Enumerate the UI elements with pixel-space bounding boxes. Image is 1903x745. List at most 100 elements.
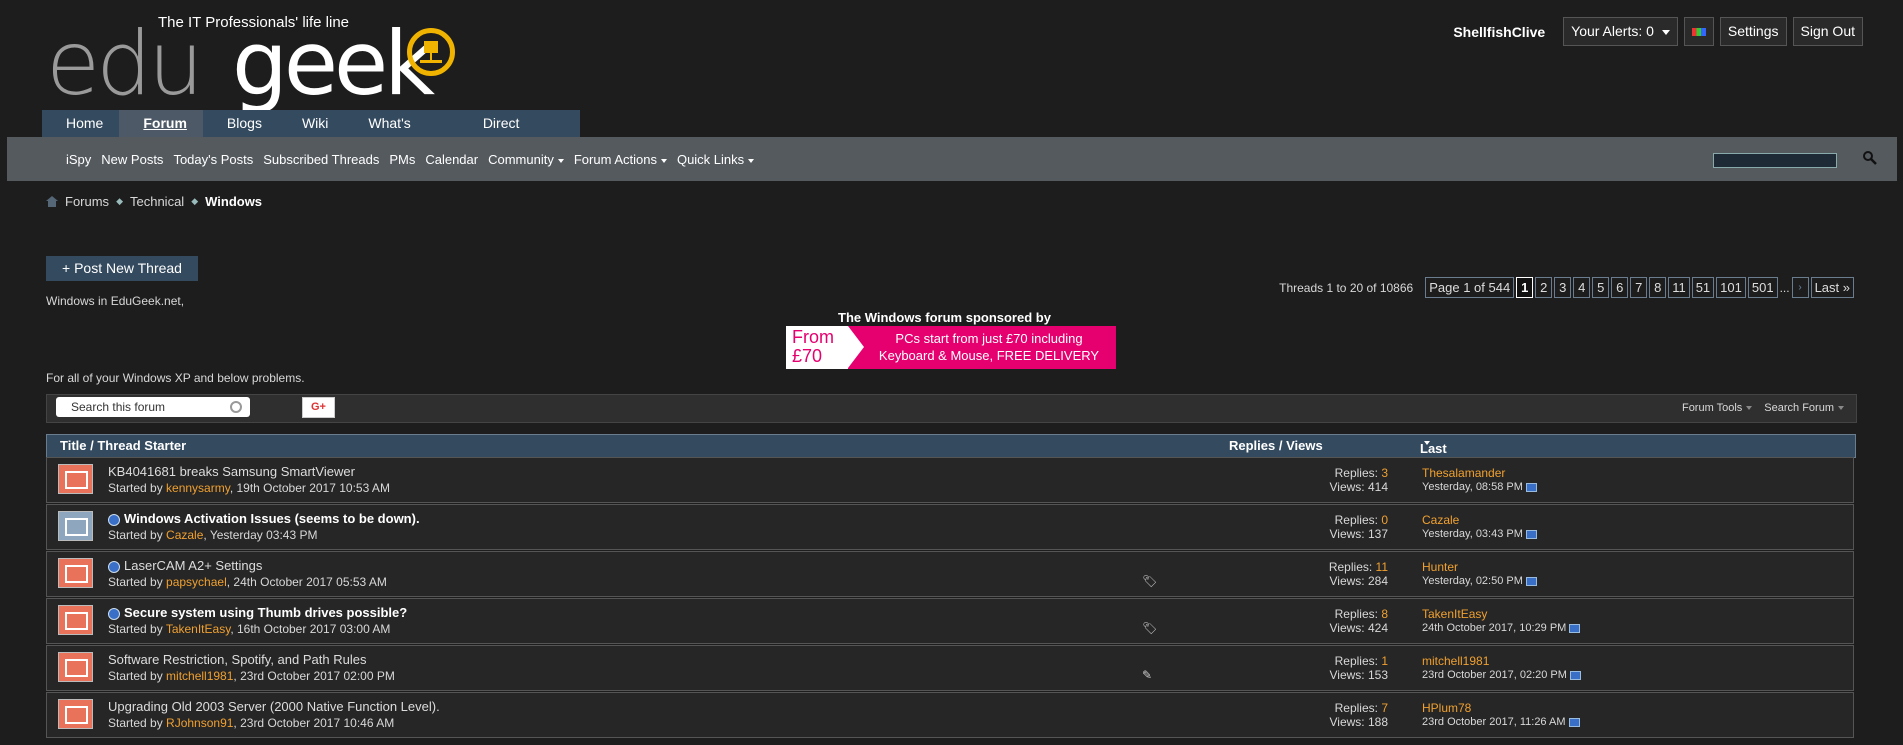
- views-label: Views:: [1329, 527, 1368, 541]
- started-by-label: Started by: [108, 575, 167, 589]
- nav-community-label: Community: [488, 152, 554, 167]
- thread-title-text: Secure system using Thumb drives possibl…: [124, 605, 408, 620]
- last-post-user[interactable]: HPlum78: [1422, 701, 1580, 715]
- replies-value[interactable]: 8: [1381, 607, 1388, 621]
- home-icon[interactable]: [46, 196, 58, 207]
- breadcrumb-technical[interactable]: Technical: [130, 194, 184, 209]
- page-link[interactable]: 4: [1573, 277, 1591, 298]
- replies-count: Replies: 0: [1330, 513, 1388, 527]
- nav-pms[interactable]: PMs: [389, 152, 415, 167]
- thread-title[interactable]: KB4041681 breaks Samsung SmartViewer: [108, 464, 355, 479]
- username-link[interactable]: ShellfishClive: [1453, 24, 1545, 40]
- tag-icon[interactable]: 🏷: [1142, 574, 1157, 588]
- go-to-last-post-icon[interactable]: [1525, 482, 1537, 492]
- go-to-last-post-icon[interactable]: [1525, 529, 1537, 539]
- page-link[interactable]: 6: [1611, 277, 1629, 298]
- search-icon[interactable]: [1862, 150, 1878, 166]
- nav-community[interactable]: Community: [488, 152, 564, 167]
- thread-title[interactable]: LaserCAM A2+ Settings: [108, 558, 262, 573]
- page-link[interactable]: 11: [1668, 277, 1690, 298]
- post-new-thread-button[interactable]: + Post New Thread: [46, 256, 198, 281]
- starter-link[interactable]: mitchell1981: [166, 669, 233, 683]
- tab-direct-support[interactable]: Direct Support: [459, 110, 580, 158]
- tab-wiki[interactable]: Wiki: [278, 110, 344, 137]
- page-link[interactable]: 7: [1630, 277, 1648, 298]
- site-search-input[interactable]: [1713, 153, 1837, 168]
- site-logo[interactable]: The IT Professionals' life line edu geek: [46, 14, 466, 108]
- col-title-header[interactable]: Title / Thread Starter: [60, 438, 186, 453]
- last-post-time-line: Yesterday, 03:43 PM: [1422, 527, 1537, 541]
- nav-quick-links[interactable]: Quick Links: [677, 152, 755, 167]
- chevron-down-icon: [1661, 29, 1670, 35]
- tab-home[interactable]: Home: [42, 110, 119, 137]
- page-link[interactable]: 51: [1691, 277, 1715, 298]
- sub-navbar: iSpy New Posts Today's Posts Subscribed …: [7, 137, 1897, 181]
- replies-count: Replies: 8: [1330, 607, 1388, 621]
- sign-out-button[interactable]: Sign Out: [1792, 17, 1863, 46]
- go-to-last-post-icon[interactable]: [1568, 717, 1580, 727]
- starter-link[interactable]: kennysarmy: [166, 481, 230, 495]
- forum-tools-dropdown[interactable]: Forum Tools: [1682, 402, 1753, 414]
- page-of[interactable]: Page 1 of 544: [1425, 277, 1515, 298]
- nav-calendar[interactable]: Calendar: [425, 152, 478, 167]
- nav-todays-posts[interactable]: Today's Posts: [173, 152, 253, 167]
- last-post-time-line: 23rd October 2017, 11:26 AM: [1422, 715, 1580, 729]
- views-count: Views: 284: [1329, 574, 1389, 588]
- go-to-last-post-icon[interactable]: [1525, 576, 1537, 586]
- page-link[interactable]: 8: [1649, 277, 1667, 298]
- nav-subscribed-threads[interactable]: Subscribed Threads: [263, 152, 379, 167]
- tag-icon[interactable]: 🏷: [1142, 621, 1157, 635]
- replies-value[interactable]: 3: [1381, 466, 1388, 480]
- thread-starter-line: Started by Cazale, Yesterday 03:43 PM: [108, 528, 317, 542]
- views-count: Views: 424: [1330, 621, 1389, 635]
- last-post: TakenItEasy 24th October 2017, 10:29 PM: [1422, 607, 1581, 635]
- replies-value[interactable]: 0: [1381, 513, 1388, 527]
- nav-new-posts[interactable]: New Posts: [101, 152, 163, 167]
- starter-link[interactable]: RJohnson91: [166, 716, 233, 730]
- tab-whats-new[interactable]: What's New?: [344, 110, 458, 158]
- tab-blogs[interactable]: Blogs: [203, 110, 278, 137]
- thread-title[interactable]: Upgrading Old 2003 Server (2000 Native F…: [108, 699, 440, 714]
- starter-link[interactable]: TakenItEasy: [166, 622, 230, 636]
- replies-value[interactable]: 1: [1381, 654, 1388, 668]
- language-button[interactable]: [1683, 17, 1714, 46]
- page-link[interactable]: 101: [1716, 277, 1746, 298]
- go-to-last-post-icon[interactable]: [1569, 623, 1581, 633]
- next-page-button[interactable]: ›: [1791, 277, 1809, 298]
- alerts-dropdown[interactable]: Your Alerts: 0: [1563, 17, 1678, 46]
- thread-title[interactable]: Software Restriction, Spotify, and Path …: [108, 652, 366, 667]
- nav-ispy[interactable]: iSpy: [66, 152, 91, 167]
- replies-label: Replies:: [1328, 560, 1376, 574]
- replies-value[interactable]: 7: [1381, 701, 1388, 715]
- ad-arrow-icon: [848, 326, 864, 368]
- sponsor-banner[interactable]: From £70 PCs start from just £70 includin…: [786, 326, 1116, 369]
- replies-value[interactable]: 11: [1376, 560, 1388, 574]
- last-post: mitchell1981 23rd October 2017, 02:20 PM: [1422, 654, 1581, 682]
- page-link[interactable]: 501: [1747, 277, 1778, 298]
- thread-title[interactable]: Secure system using Thumb drives possibl…: [108, 605, 407, 620]
- settings-button[interactable]: Settings: [1719, 17, 1787, 46]
- page-link[interactable]: 3: [1554, 277, 1572, 298]
- go-to-last-post-icon[interactable]: [1569, 670, 1581, 680]
- last-post-time-line: Yesterday, 02:50 PM: [1422, 574, 1537, 588]
- page-link[interactable]: 1: [1516, 277, 1534, 298]
- page-link[interactable]: 5: [1592, 277, 1610, 298]
- starter-link[interactable]: Cazale: [166, 528, 203, 542]
- last-post-user[interactable]: Cazale: [1422, 513, 1537, 527]
- forum-search-input[interactable]: Search this forum: [56, 397, 250, 417]
- last-post-user[interactable]: mitchell1981: [1422, 654, 1581, 668]
- col-stats-header[interactable]: Replies / Views: [1229, 438, 1323, 453]
- page-link[interactable]: 2: [1535, 277, 1553, 298]
- tab-forum[interactable]: Forum: [119, 110, 203, 137]
- search-forum-dropdown[interactable]: Search Forum: [1764, 402, 1844, 414]
- starter-link[interactable]: papsychael: [166, 575, 227, 589]
- google-plus-button[interactable]: G+: [302, 397, 335, 418]
- started-by-label: Started by: [108, 481, 167, 495]
- last-post-user[interactable]: Hunter: [1422, 560, 1537, 574]
- thread-title[interactable]: Windows Activation Issues (seems to be d…: [108, 511, 420, 526]
- last-post-user[interactable]: Thesalamander: [1422, 466, 1537, 480]
- breadcrumb-forums[interactable]: Forums: [65, 194, 109, 209]
- nav-forum-actions[interactable]: Forum Actions: [574, 152, 667, 167]
- last-post-user[interactable]: TakenItEasy: [1422, 607, 1580, 621]
- last-page-button[interactable]: Last »: [1810, 277, 1854, 298]
